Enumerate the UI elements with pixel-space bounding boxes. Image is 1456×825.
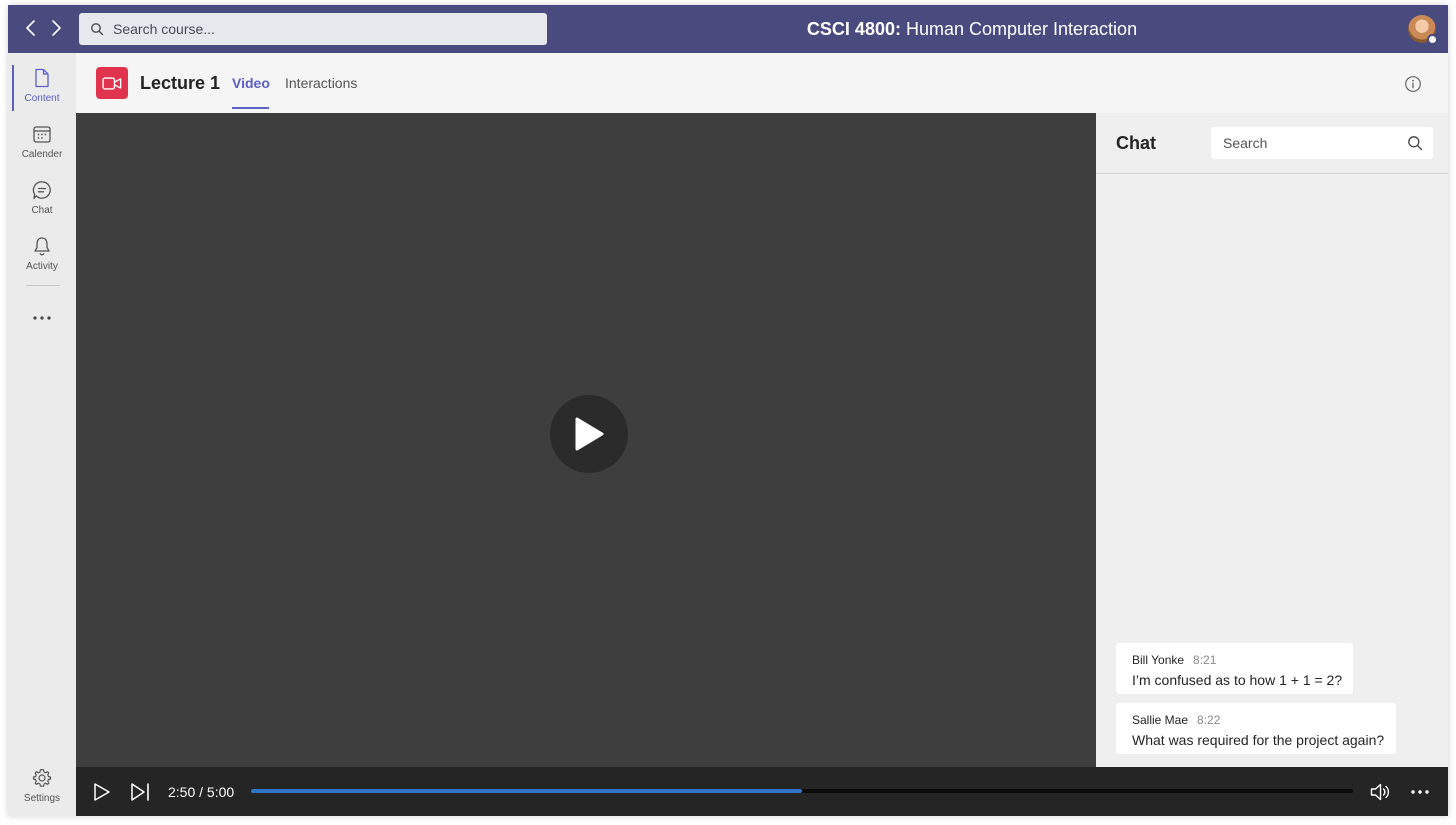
bell-icon (34, 237, 50, 256)
message-meta: Sallie Mae 8:22 (1132, 713, 1380, 727)
back-arrow-icon[interactable] (20, 17, 42, 39)
chat-message: Bill Yonke 8:21 I’m confused as to how 1 … (1116, 643, 1353, 694)
title-bar: CSCI 4800: Human Computer Interaction (8, 5, 1448, 53)
more-options-icon[interactable] (1409, 781, 1431, 803)
rail-divider (26, 285, 60, 286)
lecture-header: Lecture 1 Video Interactions (76, 53, 1448, 113)
rail-item-content[interactable]: Content (8, 63, 76, 115)
tab-interactions[interactable]: Interactions (285, 75, 357, 91)
forward-arrow-icon[interactable] (45, 17, 67, 39)
video-camera-icon (96, 67, 128, 99)
message-author: Bill Yonke (1132, 653, 1185, 667)
info-icon[interactable] (1404, 75, 1422, 93)
speaker-icon (1370, 783, 1390, 801)
rail-label-activity: Activity (26, 261, 58, 272)
course-title: CSCI 4800: Human Computer Interaction (608, 19, 1336, 40)
message-text: I’m confused as to how 1 + 1 = 2? (1132, 672, 1343, 688)
more-apps-icon[interactable] (27, 306, 57, 330)
rail-label-calender: Calender (21, 149, 63, 160)
video-player[interactable] (76, 113, 1096, 767)
seek-bar-progress (251, 789, 802, 793)
rail-item-chat[interactable]: Chat (8, 175, 76, 227)
rail-item-calender[interactable]: Calender (8, 119, 76, 171)
gear-icon (32, 768, 52, 787)
message-meta: Bill Yonke 8:21 (1132, 653, 1337, 667)
play-button[interactable] (90, 781, 112, 803)
chat-icon (32, 181, 51, 200)
player-controls: 2:50 / 5:00 (76, 767, 1448, 816)
rail-item-activity[interactable]: Activity (8, 231, 76, 283)
chat-search[interactable] (1211, 127, 1433, 159)
rail-label-chat: Chat (31, 205, 53, 216)
message-time: 8:22 (1197, 713, 1221, 727)
play-overlay-button[interactable] (550, 395, 628, 473)
chat-header: Chat (1096, 113, 1448, 174)
volume-button[interactable] (1369, 781, 1391, 803)
message-author: Sallie Mae (1132, 713, 1189, 727)
chat-message: Sallie Mae 8:22 What was required for the… (1116, 703, 1396, 754)
document-icon (35, 68, 49, 88)
calendar-icon (33, 126, 51, 143)
play-icon (94, 783, 110, 801)
message-text: What was required for the project again? (1132, 732, 1385, 748)
chat-title: Chat (1116, 133, 1156, 153)
course-name: Human Computer Interaction (900, 19, 1138, 39)
search-icon[interactable] (1407, 135, 1423, 151)
active-tab-indicator (232, 107, 269, 109)
skip-next-icon (131, 783, 149, 801)
lecture-title: Lecture 1 (140, 73, 221, 93)
message-time: 8:21 (1193, 653, 1217, 667)
chat-panel: Chat Bill Yonke 8:21 I’m confused as to h… (1096, 113, 1448, 767)
rail-label-settings: Settings (23, 793, 61, 804)
presence-indicator (1427, 34, 1438, 45)
app-rail: Content Calender Chat Activity Settings (8, 53, 76, 816)
course-code: CSCI 4800: (806, 19, 901, 39)
tab-video[interactable]: Video (232, 75, 270, 91)
rail-item-settings[interactable]: Settings (8, 763, 76, 815)
search-icon (90, 22, 104, 36)
user-avatar[interactable] (1408, 15, 1438, 45)
play-icon (575, 417, 604, 451)
app-window: CSCI 4800: Human Computer Interaction Co… (8, 5, 1448, 816)
timecode: 2:50 / 5:00 (168, 784, 235, 800)
chat-search-input[interactable] (1223, 135, 1403, 151)
course-search[interactable] (79, 13, 547, 45)
skip-next-button[interactable] (129, 781, 151, 803)
rail-label-content: Content (24, 93, 60, 104)
seek-bar[interactable] (251, 789, 1353, 793)
course-search-input[interactable] (113, 21, 533, 37)
